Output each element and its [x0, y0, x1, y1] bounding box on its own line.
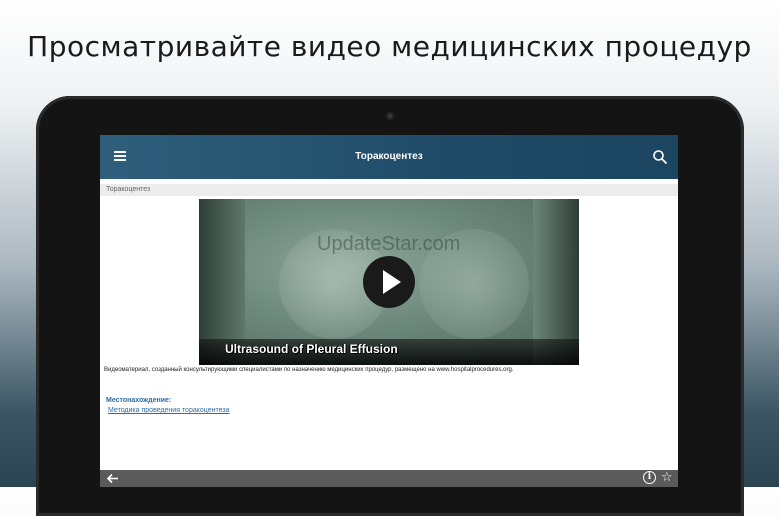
video-description: Видеоматериал, созданный консультирующим… — [104, 367, 514, 373]
procedure-method-link[interactable]: Методика проведения торакоцентеза — [108, 407, 229, 414]
star-favorite-icon[interactable]: ☆ — [661, 470, 675, 486]
breadcrumb: Торакоцентез — [100, 184, 678, 196]
app-toolbar: Торакоцентез — [100, 135, 678, 179]
info-icon[interactable]: i — [643, 471, 656, 484]
promo-headline: Просматривайте видео медицинских процеду… — [27, 30, 752, 63]
search-icon[interactable] — [652, 149, 668, 165]
location-heading: Местонахождение: — [106, 397, 172, 404]
tablet-camera — [386, 112, 394, 120]
play-icon — [383, 270, 401, 294]
page-title: Торакоцентез — [355, 151, 423, 162]
video-watermark: UpdateStar.com — [317, 233, 461, 255]
back-arrow-icon[interactable] — [106, 472, 120, 485]
video-caption: Ultrasound of Pleural Effusion — [225, 342, 398, 356]
video-player[interactable]: UpdateStar.com Ultrasound of Pleural Eff… — [199, 199, 579, 365]
play-button[interactable] — [363, 256, 415, 308]
bottom-toolbar: i ☆ — [100, 470, 678, 487]
app-screen: Торакоцентез Торакоцентез UpdateStar.com… — [100, 135, 678, 487]
